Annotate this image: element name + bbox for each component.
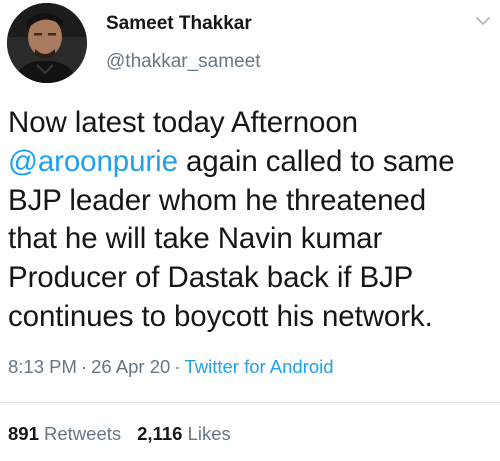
- user-handle[interactable]: @thakkar_sameet: [106, 51, 260, 73]
- retweets-count: 891: [8, 423, 39, 444]
- tweet-source-link[interactable]: Twitter for Android: [184, 356, 333, 377]
- tweet-time[interactable]: 8:13 PM: [8, 356, 77, 377]
- tweet-line: Now latest today Afternoon: [8, 104, 498, 143]
- tweet-line: Producer of Dastak back if BJP: [8, 259, 498, 298]
- display-name[interactable]: Sameet Thakkar: [106, 13, 252, 35]
- tweet-line-text: Now latest today Afternoon: [8, 106, 358, 139]
- retweets-stat[interactable]: 891 Retweets: [8, 423, 121, 444]
- tweet-line-text: again called to same: [177, 144, 455, 178]
- avatar[interactable]: [7, 3, 87, 83]
- likes-label: Likes: [187, 423, 231, 444]
- tweet-stats: 891 Retweets 2,116 Likes: [8, 423, 231, 445]
- chevron-down-icon[interactable]: [474, 14, 492, 28]
- tweet-meta: 8:13 PM · 26 Apr 20 · Twitter for Android: [8, 356, 334, 378]
- tweet-line: @aroonpurie again called to same: [8, 143, 498, 182]
- tweet-line-text: that he will take Navin kumar: [8, 222, 383, 256]
- tweet-line-text: Producer of Dastak back if BJP: [8, 261, 414, 295]
- tweet-line-text: BJP leader whom he threatened: [8, 183, 427, 217]
- divider: [0, 402, 500, 403]
- tweet-card: Sameet Thakkar @thakkar_sameet Now lates…: [0, 0, 500, 461]
- tweet-line: BJP leader whom he threatened: [8, 182, 498, 221]
- tweet-line: that he will take Navin kumar: [8, 220, 498, 259]
- likes-stat[interactable]: 2,116 Likes: [137, 423, 231, 444]
- tweet-line: continues to boycott his network.: [8, 298, 498, 337]
- tweet-text: Now latest today Afternoon @aroonpurie a…: [8, 104, 498, 337]
- tweet-date[interactable]: 26 Apr 20: [91, 356, 170, 377]
- tweet-line-text: continues to boycott his network.: [8, 299, 433, 333]
- mention-link[interactable]: @aroonpurie: [8, 145, 178, 178]
- meta-separator: ·: [174, 356, 181, 377]
- likes-count: 2,116: [137, 423, 183, 444]
- profile-photo-icon: [7, 3, 87, 83]
- meta-separator: ·: [80, 356, 88, 377]
- retweets-label: Retweets: [44, 423, 122, 444]
